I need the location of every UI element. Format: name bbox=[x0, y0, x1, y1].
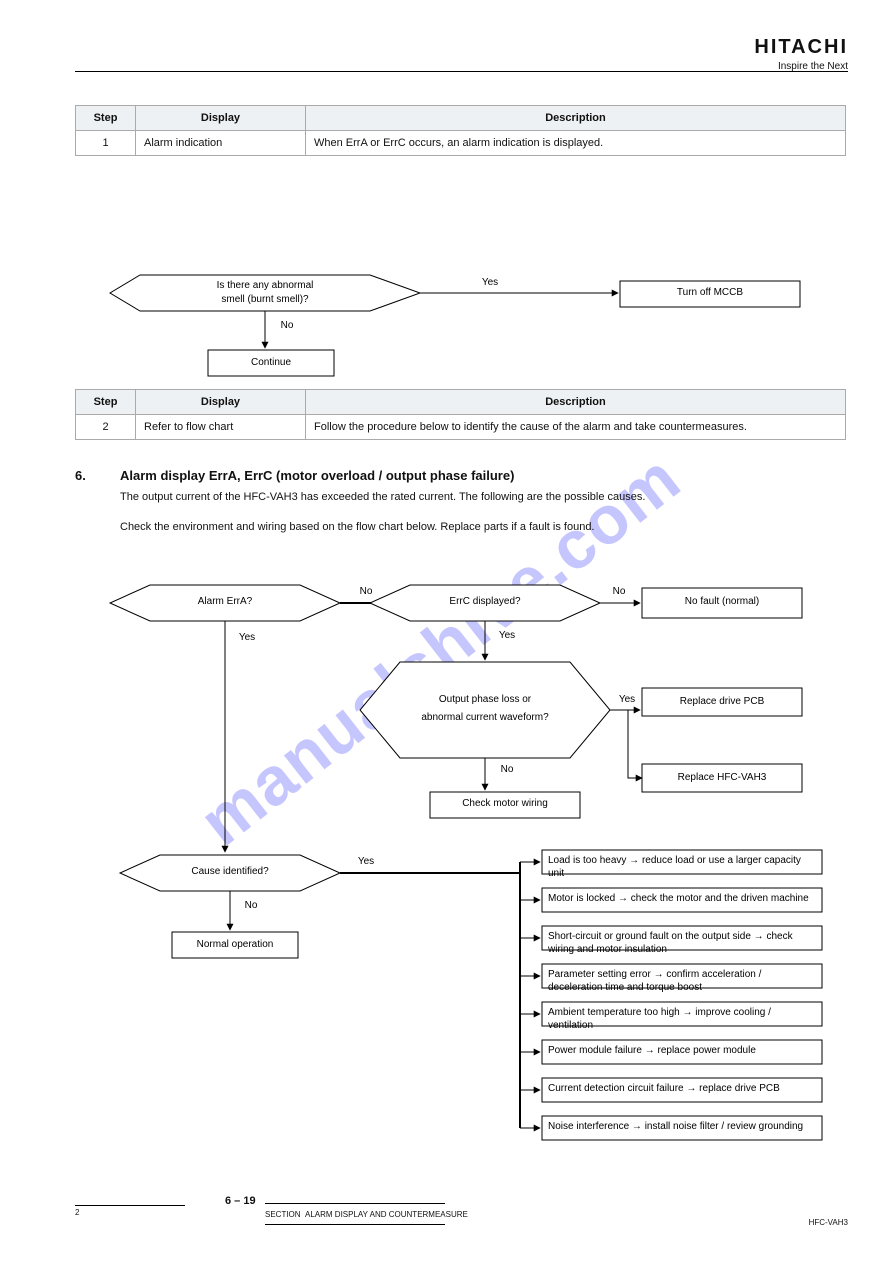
flow2-box-r1: No fault (normal) bbox=[642, 596, 802, 609]
page-number: 6 – 19 bbox=[225, 1195, 256, 1207]
flow2-d1-down: Yes bbox=[232, 632, 262, 645]
flow2-list-item: Current detection circuit failure → repl… bbox=[548, 1083, 818, 1096]
flow1-decision-line2: smell (burnt smell)? bbox=[150, 294, 380, 307]
flow2-d4-text: Cause identified? bbox=[160, 866, 300, 879]
brand-logo: HITACHI Inspire the Next bbox=[754, 36, 848, 72]
table-header: Step bbox=[76, 106, 136, 131]
table-step-1: Step Display Description 1 Alarm indicat… bbox=[75, 105, 846, 156]
brand-wordmark: HITACHI bbox=[754, 36, 848, 59]
table-header: Display bbox=[136, 106, 306, 131]
section-title: Alarm display ErrA, ErrC (motor overload… bbox=[120, 468, 514, 483]
flow1-right-box: Turn off MCCB bbox=[620, 287, 800, 300]
footer-rule-bot bbox=[265, 1224, 445, 1225]
footer-reference: HFC-VAH3 bbox=[809, 1218, 848, 1227]
flow2-d3-right: Yes bbox=[612, 694, 642, 707]
intro-paragraph-2: Check the environment and wiring based o… bbox=[120, 520, 820, 535]
flow2-d3-down: No bbox=[492, 764, 522, 777]
flow2-d4-down: No bbox=[236, 900, 266, 913]
flow2-list-item: Noise interference → install noise filte… bbox=[548, 1121, 818, 1134]
flow2-box-r2: Replace drive PCB bbox=[642, 696, 802, 709]
flow2-list-item: Parameter setting error → confirm accele… bbox=[548, 969, 818, 994]
cell-display: Alarm indication bbox=[136, 131, 306, 156]
flow2-list-item: Ambient temperature too high → improve c… bbox=[548, 1007, 818, 1032]
footer-section-title: ALARM DISPLAY AND COUNTERMEASURE bbox=[305, 1210, 468, 1219]
cell-description: When ErrA or ErrC occurs, an alarm indic… bbox=[306, 131, 846, 156]
flow2-box-checkmotor: Check motor wiring bbox=[430, 798, 580, 811]
flow2-d1-text: Alarm ErrA? bbox=[150, 596, 300, 609]
header-rule bbox=[75, 71, 848, 72]
flow2-d3-line2: abnormal current waveform? bbox=[390, 712, 580, 725]
section-number: 6. bbox=[75, 468, 86, 483]
cell-step: 1 bbox=[76, 131, 136, 156]
flow1-down-box: Continue bbox=[208, 357, 334, 370]
flow2-box-normal: Normal operation bbox=[172, 939, 298, 952]
cell-description: Follow the procedure below to identify t… bbox=[306, 415, 846, 440]
footer-section-label: SECTION bbox=[265, 1210, 301, 1219]
flow1-edge-down: No bbox=[272, 320, 302, 333]
table-header: Description bbox=[306, 390, 846, 415]
footer-rule-top bbox=[265, 1203, 445, 1204]
intro-paragraph-1: The output current of the HFC-VAH3 has e… bbox=[120, 490, 820, 505]
footnote-rule bbox=[75, 1205, 185, 1206]
flow2-d2-right: No bbox=[604, 586, 634, 599]
flow1-edge-right: Yes bbox=[470, 277, 510, 290]
table-row: 2 Refer to flow chart Follow the procedu… bbox=[76, 415, 846, 440]
flow2-d4-right: Yes bbox=[346, 856, 386, 869]
flow2-list-item: Motor is locked → check the motor and th… bbox=[548, 893, 818, 906]
flow2-d1-right: No bbox=[346, 586, 386, 599]
flow2-list-item: Load is too heavy → reduce load or use a… bbox=[548, 855, 818, 880]
table-header: Description bbox=[306, 106, 846, 131]
cell-display: Refer to flow chart bbox=[136, 415, 306, 440]
table-header: Display bbox=[136, 390, 306, 415]
cell-step: 2 bbox=[76, 415, 136, 440]
flow1-decision-line1: Is there any abnormal bbox=[150, 280, 380, 293]
page-footer: 2 6 – 19 SECTION ALARM DISPLAY AND COUNT… bbox=[75, 1205, 848, 1225]
flow2-list-item: Short-circuit or ground fault on the out… bbox=[548, 931, 818, 956]
flow2-d2-down: Yes bbox=[492, 630, 522, 643]
flow2-list-item: Power module failure → replace power mod… bbox=[548, 1045, 818, 1058]
flow2-d3-line1: Output phase loss or bbox=[390, 694, 580, 707]
flow2-box-r3: Replace HFC-VAH3 bbox=[642, 772, 802, 785]
table-step-2: Step Display Description 2 Refer to flow… bbox=[75, 389, 846, 440]
table-row: 1 Alarm indication When ErrA or ErrC occ… bbox=[76, 131, 846, 156]
flow2-d2-text: ErrC displayed? bbox=[410, 596, 560, 609]
table-header: Step bbox=[76, 390, 136, 415]
